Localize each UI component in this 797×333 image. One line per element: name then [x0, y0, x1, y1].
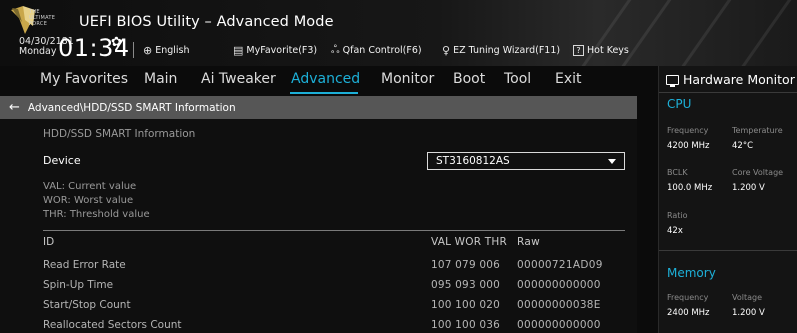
section-title: HDD/SSD SMART Information — [43, 128, 196, 140]
attribute-values: 100 100 036 — [431, 319, 500, 331]
table-row: Reallocated Sectors Count 100 100 036 00… — [43, 319, 628, 333]
legend-val: VAL: Current value — [43, 181, 137, 192]
cpu-temperature-value: 42°C — [732, 141, 754, 151]
table-row: Spin-Up Time 095 093 000 000000000000 — [43, 279, 628, 295]
table-row: Read Error Rate 107 079 006 00000721AD09 — [43, 259, 628, 275]
cpu-frequency-value: 4200 MHz — [667, 141, 710, 151]
cpu-temperature-label: Temperature — [732, 126, 783, 135]
memory-section-title: Memory — [667, 266, 716, 280]
app-title: UEFI BIOS Utility – Advanced Mode — [79, 14, 334, 30]
core-voltage-label: Core Voltage — [732, 168, 784, 177]
attribute-raw: 000000000000 — [517, 319, 601, 331]
device-selected-value: ST3160812AS — [436, 155, 510, 167]
gear-icon[interactable]: ✿ — [111, 35, 122, 50]
attribute-raw: 000000000000 — [517, 279, 601, 291]
logo-text: THE ULTIMATE FORCE — [29, 9, 56, 27]
memory-voltage-value: 1.200 V — [732, 308, 765, 318]
divider — [659, 92, 797, 93]
tab-tool[interactable]: Tool — [504, 71, 531, 87]
lightbulb-icon: ♀ — [442, 43, 451, 57]
attribute-raw: 00000000038E — [517, 299, 601, 311]
tab-ai-tweaker[interactable]: Ai Tweaker — [201, 71, 276, 87]
bclk-value: 100.0 MHz — [667, 183, 713, 193]
back-arrow-icon[interactable]: ← — [9, 100, 20, 115]
globe-icon: ⊕ — [143, 43, 153, 57]
attribute-values: 095 093 000 — [431, 279, 500, 291]
bclk-label: BCLK — [667, 168, 688, 177]
smart-info-panel: HDD/SSD SMART Information Device ST31608… — [0, 119, 637, 333]
breadcrumb-path: Advanced\HDD/SSD SMART Information — [27, 101, 236, 114]
ez-tuning-label: EZ Tuning Wizard(F11) — [453, 44, 561, 56]
device-dropdown[interactable]: ST3160812AS — [427, 152, 625, 170]
attribute-name: Spin-Up Time — [43, 279, 114, 291]
cpu-section-title: CPU — [667, 97, 692, 111]
favorite-list-icon: ▤ — [233, 43, 244, 57]
decorative-streak — [725, 0, 797, 66]
tab-monitor[interactable]: Monitor — [381, 71, 434, 87]
tab-exit[interactable]: Exit — [555, 71, 582, 87]
active-tab-indicator — [290, 92, 358, 94]
attribute-name: Read Error Rate — [43, 259, 126, 271]
hardware-monitor-label: Hardware Monitor — [683, 72, 795, 87]
ez-tuning-wizard-button[interactable]: ♀ EZ Tuning Wizard(F11) — [442, 42, 560, 58]
fan-icon: ஃ — [331, 42, 340, 56]
legend-thr: THR: Threshold value — [43, 209, 150, 220]
help-key-icon: ? — [573, 44, 584, 56]
divider — [659, 250, 797, 251]
table-row: Start/Stop Count 100 100 020 00000000038… — [43, 299, 628, 315]
hardware-monitor-panel: Hardware Monitor CPU Frequency 4200 MHz … — [658, 66, 797, 333]
hot-keys-button[interactable]: ? Hot Keys — [573, 42, 629, 58]
memory-frequency-value: 2400 MHz — [667, 308, 710, 318]
monitor-icon — [666, 74, 679, 87]
tab-advanced[interactable]: Advanced — [291, 71, 360, 87]
chevron-down-icon — [608, 158, 616, 164]
tab-my-favorites[interactable]: My Favorites — [40, 71, 128, 87]
language-button[interactable]: ⊕ English — [143, 42, 190, 58]
attribute-values: 100 100 020 — [431, 299, 500, 311]
cpu-frequency-label: Frequency — [667, 126, 709, 135]
ratio-value: 42x — [667, 226, 683, 236]
myfavorite-label: MyFavorite(F3) — [246, 44, 318, 56]
tab-main[interactable]: Main — [144, 71, 177, 87]
column-id: ID — [43, 236, 55, 248]
core-voltage-value: 1.200 V — [732, 183, 765, 193]
table-divider — [43, 230, 625, 231]
table-header: ID VAL WOR THR Raw — [43, 236, 628, 252]
divider — [133, 42, 134, 58]
legend-wor: WOR: Worst value — [43, 195, 134, 206]
attribute-name: Reallocated Sectors Count — [43, 319, 182, 331]
title-bar: THE ULTIMATE FORCE UEFI BIOS Utility – A… — [0, 0, 797, 66]
ratio-label: Ratio — [667, 211, 688, 220]
qfan-label: Qfan Control(F6) — [342, 44, 422, 56]
myfavorite-button[interactable]: ▤ MyFavorite(F3) — [233, 42, 317, 58]
memory-voltage-label: Voltage — [732, 293, 763, 302]
language-label: English — [155, 44, 190, 56]
hardware-monitor-title: Hardware Monitor — [666, 72, 795, 87]
memory-frequency-label: Frequency — [667, 293, 709, 302]
attribute-name: Start/Stop Count — [43, 299, 131, 311]
qfan-control-button[interactable]: ஃ Qfan Control(F6) — [331, 42, 422, 58]
breadcrumb[interactable]: ← Advanced\HDD/SSD SMART Information — [0, 96, 637, 119]
hot-keys-label: Hot Keys — [587, 44, 629, 56]
column-raw: Raw — [517, 236, 540, 248]
tab-boot[interactable]: Boot — [453, 71, 485, 87]
attribute-raw: 00000721AD09 — [517, 259, 603, 271]
column-val-wor-thr: VAL WOR THR — [431, 236, 507, 248]
device-label: Device — [43, 154, 81, 167]
attribute-values: 107 079 006 — [431, 259, 500, 271]
main-nav: My Favorites Main Ai Tweaker Advanced Mo… — [0, 66, 637, 95]
decorative-streak — [665, 0, 738, 66]
